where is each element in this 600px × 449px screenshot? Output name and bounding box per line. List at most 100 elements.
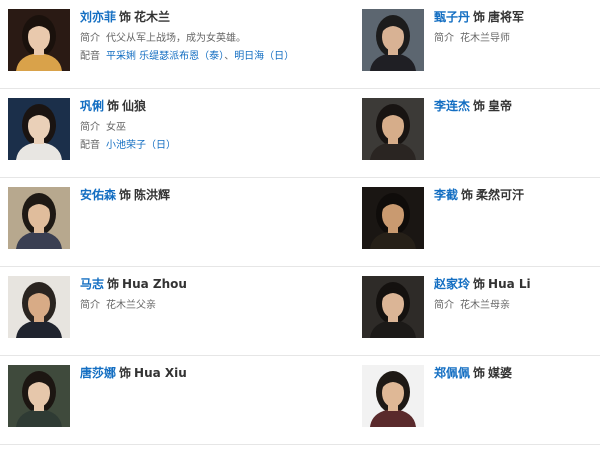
intro-line: 简介 代父从军上战场，成为女英雄。 [80, 31, 300, 47]
plays-as-label: 饰 [473, 99, 486, 113]
cast-row: 刘亦菲饰花木兰 简介 代父从军上战场，成为女英雄。 配音 平采娳 乐缇瑟派布恩（泰）、明… [0, 0, 600, 89]
cast-member-info: 甄子丹饰唐将军 简介 花木兰导师 [434, 9, 600, 47]
intro-text: 花木兰母亲 [460, 300, 510, 311]
role-name: 皇帝 [488, 99, 513, 113]
cast-member-info: 李连杰饰皇帝 [434, 98, 600, 114]
cast-row: 唐莎娜饰 Hua Xiu 郑佩佩饰媒婆 [0, 356, 600, 445]
actor-name-link[interactable]: 马志 [80, 277, 104, 291]
actor-photo[interactable] [8, 187, 70, 249]
actor-photo[interactable] [8, 365, 70, 427]
role-name: 柔然可汗 [476, 188, 525, 202]
actor-name-link[interactable]: 李连杰 [434, 99, 470, 113]
actor-portrait-image [8, 98, 70, 160]
intro-text: 花木兰父亲 [106, 300, 156, 311]
plays-as-label: 饰 [119, 188, 132, 202]
cast-member-card: 郑佩佩饰媒婆 [362, 365, 600, 437]
actor-photo[interactable] [8, 98, 70, 160]
cast-member-info: 赵家玲饰 Hua Li 简介 花木兰母亲 [434, 276, 600, 314]
actor-name-link[interactable]: 李截 [434, 188, 458, 202]
actor-photo[interactable] [362, 98, 424, 160]
cast-member-info: 李截饰柔然可汗 [434, 187, 600, 203]
actor-name-link[interactable]: 刘亦菲 [80, 10, 116, 24]
actor-name-link[interactable]: 安佑森 [80, 188, 116, 202]
cast-member-info: 郑佩佩饰媒婆 [434, 365, 600, 381]
intro-label: 简介 [80, 33, 100, 44]
actor-portrait-image [362, 187, 424, 249]
actor-photo[interactable] [8, 9, 70, 71]
actor-photo[interactable] [362, 365, 424, 427]
cast-member-card: 甄子丹饰唐将军 简介 花木兰导师 [362, 9, 600, 81]
actor-portrait-image [362, 9, 424, 71]
cast-headline: 马志饰 Hua Zhou [80, 276, 300, 292]
cast-row: 巩俐饰仙狼 简介 女巫 配音 小池荣子（日） 李连杰饰皇帝 [0, 89, 600, 178]
cast-headline: 甄子丹饰唐将军 [434, 9, 600, 25]
plays-as-label: 饰 [461, 188, 474, 202]
actor-name-link[interactable]: 巩俐 [80, 99, 104, 113]
cast-row: 安佑森饰陈洪辉 李截饰柔然可汗 [0, 178, 600, 267]
plays-as-label: 饰 [473, 277, 486, 291]
intro-label: 简介 [80, 300, 100, 311]
cast-member-info: 马志饰 Hua Zhou 简介 花木兰父亲 [80, 276, 300, 314]
cast-headline: 赵家玲饰 Hua Li [434, 276, 600, 292]
actor-portrait-image [362, 365, 424, 427]
actor-photo[interactable] [8, 276, 70, 338]
cast-headline: 郑佩佩饰媒婆 [434, 365, 600, 381]
intro-text: 女巫 [106, 122, 126, 133]
actor-photo[interactable] [362, 9, 424, 71]
actor-photo[interactable] [362, 276, 424, 338]
plays-as-label: 饰 [107, 99, 120, 113]
intro-label: 简介 [434, 300, 454, 311]
role-name: 仙狼 [122, 99, 147, 113]
cast-member-card: 刘亦菲饰花木兰 简介 代父从军上战场，成为女英雄。 配音 平采娳 乐缇瑟派布恩（泰）、明… [8, 9, 298, 81]
actor-portrait-image [362, 98, 424, 160]
role-name: Hua Zhou [122, 277, 187, 291]
cast-headline: 安佑森饰陈洪辉 [80, 187, 300, 203]
voice-separator: 、 [224, 51, 235, 62]
cast-headline: 巩俐饰仙狼 [80, 98, 300, 114]
cast-member-card: 李连杰饰皇帝 [362, 98, 600, 170]
actor-portrait-image [8, 187, 70, 249]
voice-line: 配音 平采娳 乐缇瑟派布恩（泰）、明日海（日） [80, 49, 300, 65]
intro-text: 代父从军上战场，成为女英雄。 [106, 33, 246, 44]
cast-member-card: 安佑森饰陈洪辉 [8, 187, 298, 259]
actor-portrait-image [8, 276, 70, 338]
cast-member-card: 唐莎娜饰 Hua Xiu [8, 365, 298, 437]
intro-text: 花木兰导师 [460, 33, 510, 44]
actor-name-link[interactable]: 甄子丹 [434, 10, 470, 24]
plays-as-label: 饰 [107, 277, 120, 291]
actor-name-link[interactable]: 赵家玲 [434, 277, 470, 291]
intro-label: 简介 [80, 122, 100, 133]
intro-line: 简介 花木兰父亲 [80, 298, 300, 314]
intro-line: 简介 女巫 [80, 120, 300, 136]
role-name: 唐将军 [488, 10, 525, 24]
cast-member-info: 刘亦菲饰花木兰 简介 代父从军上战场，成为女英雄。 配音 平采娳 乐缇瑟派布恩（泰）、明… [80, 9, 300, 65]
voice-actor-link[interactable]: 小池荣子（日） [106, 140, 176, 151]
plays-as-label: 饰 [473, 10, 486, 24]
voice-line: 配音 小池荣子（日） [80, 138, 300, 154]
cast-row: 马志饰 Hua Zhou 简介 花木兰父亲 赵家玲饰 Hua Li 简介 花木兰母亲 [0, 267, 600, 356]
cast-member-card: 巩俐饰仙狼 简介 女巫 配音 小池荣子（日） [8, 98, 298, 170]
cast-headline: 李截饰柔然可汗 [434, 187, 600, 203]
cast-headline: 唐莎娜饰 Hua Xiu [80, 365, 300, 381]
actor-portrait-image [362, 276, 424, 338]
voice-label: 配音 [80, 140, 100, 151]
role-name: 媒婆 [488, 366, 513, 380]
actor-name-link[interactable]: 唐莎娜 [80, 366, 116, 380]
cast-member-card: 李截饰柔然可汗 [362, 187, 600, 259]
role-name: 花木兰 [134, 10, 171, 24]
role-name: Hua Li [488, 277, 531, 291]
voice-actor-link[interactable]: 明日海（日） [234, 51, 294, 62]
cast-member-card: 赵家玲饰 Hua Li 简介 花木兰母亲 [362, 276, 600, 348]
role-name: 陈洪辉 [134, 188, 171, 202]
voice-actor-link[interactable]: 平采娳 乐缇瑟派布恩（泰） [106, 51, 224, 62]
plays-as-label: 饰 [119, 10, 132, 24]
actor-name-link[interactable]: 郑佩佩 [434, 366, 470, 380]
cast-list: 刘亦菲饰花木兰 简介 代父从军上战场，成为女英雄。 配音 平采娳 乐缇瑟派布恩（泰）、明… [0, 0, 600, 449]
cast-headline: 刘亦菲饰花木兰 [80, 9, 300, 25]
actor-photo[interactable] [362, 187, 424, 249]
intro-line: 简介 花木兰导师 [434, 31, 600, 47]
plays-as-label: 饰 [119, 366, 132, 380]
cast-member-info: 巩俐饰仙狼 简介 女巫 配音 小池荣子（日） [80, 98, 300, 154]
cast-member-info: 唐莎娜饰 Hua Xiu [80, 365, 300, 381]
cast-headline: 李连杰饰皇帝 [434, 98, 600, 114]
